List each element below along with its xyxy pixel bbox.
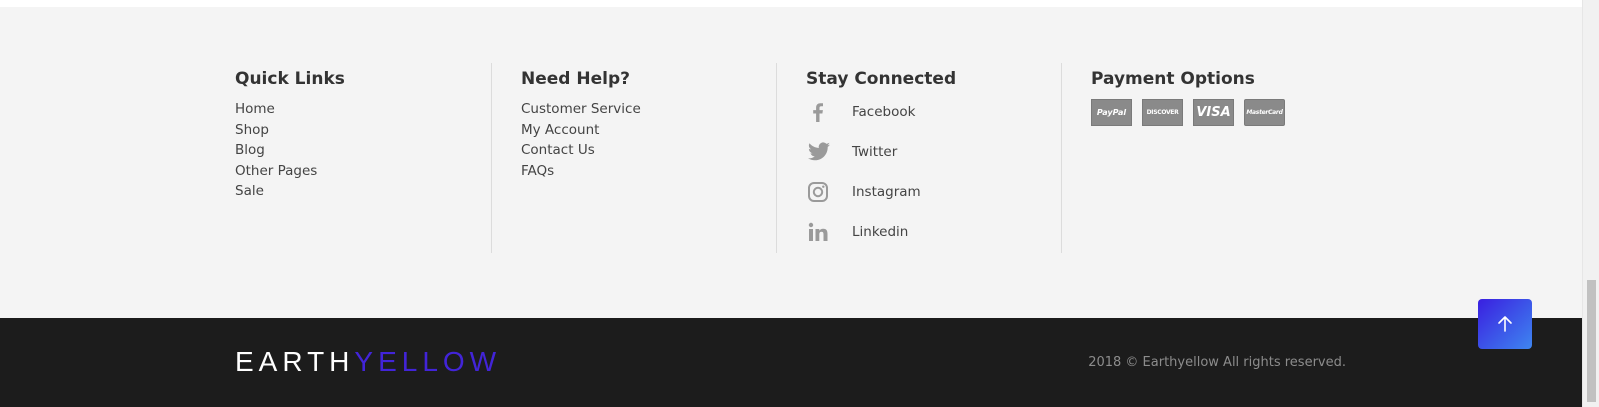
linkedin-label: Linkedin [852,224,909,240]
help-link-customer-service[interactable]: Customer Service [521,99,776,120]
footer-bottom-bar: EARTHYELLOW 2018 © Earthyellow All right… [0,318,1582,407]
earthyellow-logo[interactable]: EARTHYELLOW [235,346,501,378]
twitter-icon [806,140,852,164]
logo-yellow: YELLOW [354,346,502,377]
need-help-list: Customer Service My Account Contact Us F… [521,99,776,181]
paypal-icon: PayPal [1091,99,1132,126]
scroll-to-top-button[interactable] [1478,299,1532,349]
help-link-my-account[interactable]: My Account [521,120,776,141]
logo-earth: EARTH [235,346,355,377]
stay-connected-column: Stay Connected Facebook Twitter Instagra… [776,63,1061,253]
page-content-end [0,0,1582,7]
help-link-contact-us[interactable]: Contact Us [521,140,776,161]
facebook-icon [806,100,852,124]
social-link-twitter[interactable]: Twitter [806,132,1061,172]
quick-link-sale[interactable]: Sale [235,181,485,202]
stay-connected-title: Stay Connected [806,69,957,89]
mastercard-icon: MasterCard [1244,99,1285,126]
instagram-label: Instagram [852,184,921,200]
quick-links-list: Home Shop Blog Other Pages Sale [235,99,485,202]
payment-options-title: Payment Options [1091,69,1255,89]
need-help-column: Need Help? Customer Service My Account C… [491,63,776,253]
discover-icon: DISCOVER [1142,99,1183,126]
quick-links-title: Quick Links [235,69,345,89]
twitter-label: Twitter [852,144,898,160]
payment-cards: PayPal DISCOVER VISA MasterCard [1091,99,1346,126]
social-link-facebook[interactable]: Facebook [806,92,1061,132]
footer-links-section: Quick Links Home Shop Blog Other Pages S… [0,7,1582,318]
social-link-instagram[interactable]: Instagram [806,172,1061,212]
quick-link-other-pages[interactable]: Other Pages [235,161,485,182]
instagram-icon [806,180,852,204]
need-help-title: Need Help? [521,69,630,89]
help-link-faqs[interactable]: FAQs [521,161,776,182]
linkedin-icon [806,220,852,244]
arrow-up-icon [1498,316,1512,332]
social-link-linkedin[interactable]: Linkedin [806,212,1061,252]
visa-icon: VISA [1193,99,1234,126]
quick-link-home[interactable]: Home [235,99,485,120]
payment-options-column: Payment Options PayPal DISCOVER VISA Mas… [1061,63,1346,253]
quick-links-column: Quick Links Home Shop Blog Other Pages S… [235,63,485,253]
scrollbar-thumb[interactable] [1587,280,1596,402]
copyright-text: 2018 © Earthyellow All rights reserved. [1088,355,1346,370]
facebook-label: Facebook [852,104,916,120]
vertical-scrollbar[interactable] [1582,0,1599,407]
quick-link-blog[interactable]: Blog [235,140,485,161]
quick-link-shop[interactable]: Shop [235,120,485,141]
